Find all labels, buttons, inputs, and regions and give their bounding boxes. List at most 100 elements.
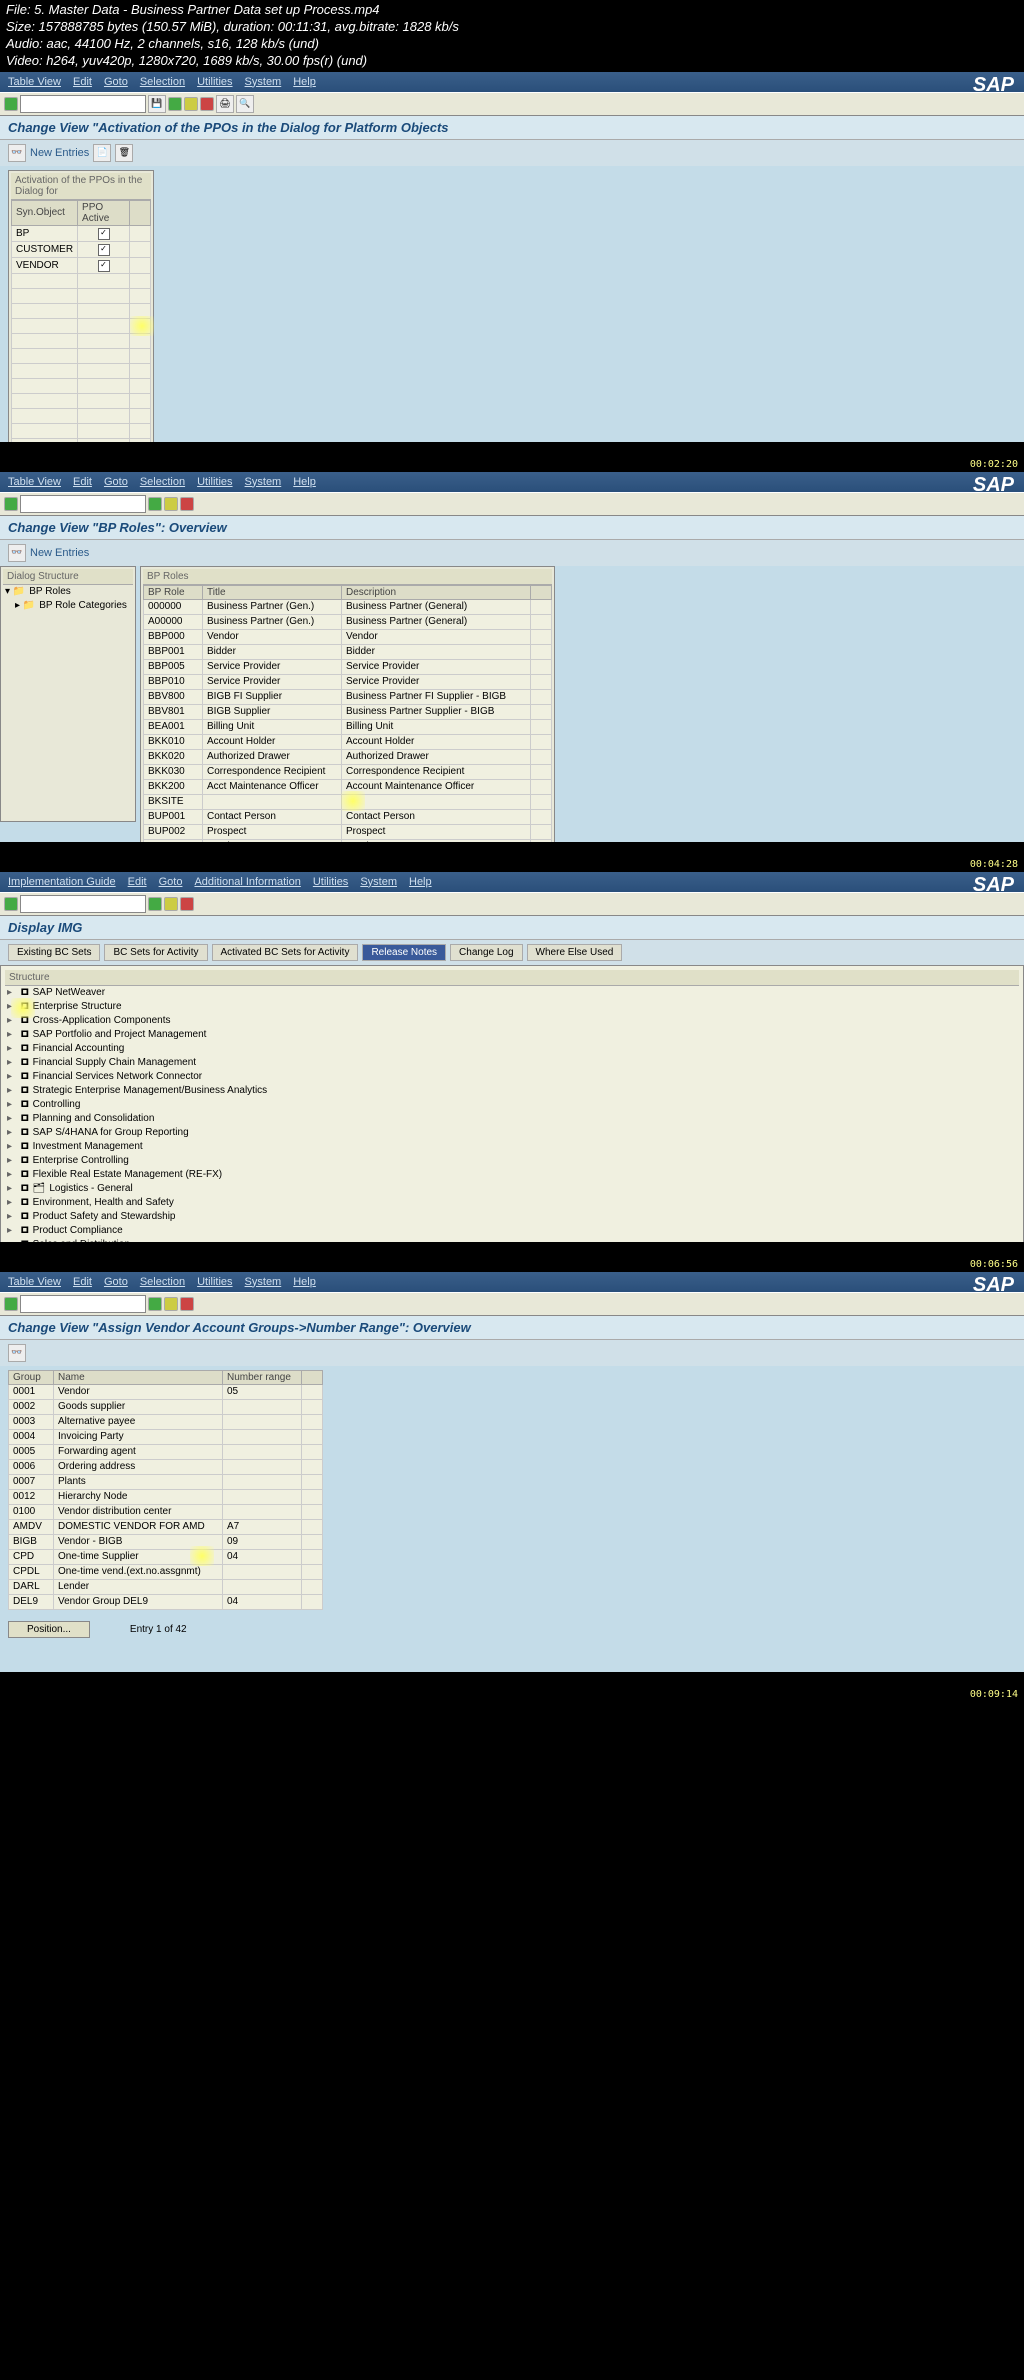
tree-node[interactable]: ▸🞓 Product Compliance — [5, 1224, 1019, 1238]
cancel-icon[interactable] — [180, 497, 194, 511]
table-row[interactable]: BEA001Billing UnitBilling Unit — [144, 719, 552, 734]
new-entries-button[interactable]: New Entries — [30, 147, 89, 159]
tree-node[interactable]: ▸🞓 Planning and Consolidation — [5, 1112, 1019, 1126]
tree-node[interactable]: ▸🞓 🗂 Logistics - General — [5, 1182, 1019, 1196]
table-row[interactable]: BKK010Account HolderAccount Holder — [144, 734, 552, 749]
table-row[interactable]: 000000Business Partner (Gen.)Business Pa… — [144, 599, 552, 614]
cancel-icon[interactable] — [180, 897, 194, 911]
enter-icon[interactable] — [4, 497, 18, 511]
tree-node[interactable]: ▸🞓 Investment Management — [5, 1140, 1019, 1154]
exit-icon[interactable] — [184, 97, 198, 111]
back-icon[interactable] — [148, 497, 162, 511]
table-row[interactable]: DEL9Vendor Group DEL904 — [9, 1594, 323, 1609]
tree-node[interactable]: ▾ 📁 BP Roles — [3, 585, 133, 599]
table-row[interactable]: CPDLOne-time vend.(ext.no.assgnmt) — [9, 1564, 323, 1579]
command-field[interactable] — [20, 95, 146, 113]
cancel-icon[interactable] — [200, 97, 214, 111]
tree-node[interactable]: ▸🞓 Enterprise Structure — [5, 1000, 1019, 1014]
tree-node[interactable]: ▸🞓 Financial Services Network Connector — [5, 1070, 1019, 1084]
tree-node[interactable]: ▸🞓 Cross-Application Components — [5, 1014, 1019, 1028]
copy-icon[interactable]: 📄 — [93, 144, 111, 162]
table-row[interactable]: DARLLender — [9, 1579, 323, 1594]
command-field[interactable] — [20, 895, 146, 913]
activated-bc-sets-tab[interactable]: Activated BC Sets for Activity — [212, 944, 359, 961]
tree-node[interactable]: ▸ 📁 BP Role Categories — [3, 599, 133, 613]
back-icon[interactable] — [168, 97, 182, 111]
tree-node[interactable]: ▸🞓 Product Safety and Stewardship — [5, 1210, 1019, 1224]
checkbox[interactable]: ✓ — [98, 228, 110, 240]
exit-icon[interactable] — [164, 897, 178, 911]
table-row[interactable]: 0001Vendor05 — [9, 1384, 323, 1399]
vendor-groups-table[interactable]: GroupNameNumber range0001Vendor050002Goo… — [8, 1370, 323, 1610]
tree-node[interactable]: ▸🞓 SAP Portfolio and Project Management — [5, 1028, 1019, 1042]
checkbox[interactable]: ✓ — [98, 244, 110, 256]
table-row[interactable]: BIGBVendor - BIGB09 — [9, 1534, 323, 1549]
table-row[interactable]: A00000Business Partner (Gen.)Business Pa… — [144, 614, 552, 629]
display-change-icon[interactable]: 👓 — [8, 144, 26, 162]
system-toolbar[interactable] — [0, 492, 1024, 516]
system-toolbar[interactable] — [0, 1292, 1024, 1316]
enter-icon[interactable] — [4, 1297, 18, 1311]
position-button[interactable]: Position... — [8, 1621, 90, 1638]
where-else-used-tab[interactable]: Where Else Used — [527, 944, 623, 961]
app-toolbar[interactable]: 👓 — [0, 1340, 1024, 1366]
app-toolbar[interactable]: 👓 New Entries — [0, 540, 1024, 566]
back-icon[interactable] — [148, 897, 162, 911]
table-row[interactable]: 0100Vendor distribution center — [9, 1504, 323, 1519]
enter-icon[interactable] — [4, 897, 18, 911]
tree-node[interactable]: ▸🞓 Environment, Health and Safety — [5, 1196, 1019, 1210]
tree-node[interactable]: ▸🞓 Enterprise Controlling — [5, 1154, 1019, 1168]
table-row[interactable]: BUP002ProspectProspect — [144, 824, 552, 839]
table-row[interactable]: BBP005Service ProviderService Provider — [144, 659, 552, 674]
table-row[interactable]: BBP000VendorVendor — [144, 629, 552, 644]
existing-bc-sets-tab[interactable]: Existing BC Sets — [8, 944, 100, 961]
table-row[interactable]: CPDOne-time Supplier04 — [9, 1549, 323, 1564]
menu-bar[interactable]: Table ViewEditGotoSelectionUtilitiesSyst… — [0, 1272, 1024, 1292]
save-icon[interactable]: 💾 — [148, 95, 166, 113]
system-toolbar[interactable] — [0, 892, 1024, 916]
command-field[interactable] — [20, 495, 146, 513]
display-change-icon[interactable]: 👓 — [8, 1344, 26, 1362]
table-row[interactable]: BUP001Contact PersonContact Person — [144, 809, 552, 824]
tree-node[interactable]: ▸🞓 Flexible Real Estate Management (RE-F… — [5, 1168, 1019, 1182]
find-icon[interactable]: 🔍 — [236, 95, 254, 113]
tree-node[interactable]: ▸🞓 SAP S/4HANA for Group Reporting — [5, 1126, 1019, 1140]
table-row[interactable]: 0006Ordering address — [9, 1459, 323, 1474]
tree-node[interactable]: ▸🞓 Strategic Enterprise Management/Busin… — [5, 1084, 1019, 1098]
tree-node[interactable]: ▸🞓 Financial Supply Chain Management — [5, 1056, 1019, 1070]
table-row[interactable]: BBV800BIGB FI SupplierBusiness Partner F… — [144, 689, 552, 704]
release-notes-tab[interactable]: Release Notes — [362, 944, 446, 961]
table-row[interactable]: 0012Hierarchy Node — [9, 1489, 323, 1504]
command-field[interactable] — [20, 1295, 146, 1313]
table-row[interactable]: BBP001BidderBidder — [144, 644, 552, 659]
table-row[interactable]: BBV801BIGB SupplierBusiness Partner Supp… — [144, 704, 552, 719]
delete-icon[interactable]: 🗑 — [115, 144, 133, 162]
table-row[interactable]: BBP010Service ProviderService Provider — [144, 674, 552, 689]
display-change-icon[interactable]: 👓 — [8, 544, 26, 562]
print-icon[interactable]: 🖨 — [216, 95, 234, 113]
table-row[interactable]: AMDVDOMESTIC VENDOR FOR AMDA7 — [9, 1519, 323, 1534]
table-row[interactable]: 0003Alternative payee — [9, 1414, 323, 1429]
app-toolbar[interactable]: 👓 New Entries 📄 🗑 — [0, 140, 1024, 166]
table-row[interactable]: BKK020Authorized DrawerAuthorized Drawer — [144, 749, 552, 764]
table-row[interactable]: 0004Invoicing Party — [9, 1429, 323, 1444]
table-row[interactable]: 0002Goods supplier — [9, 1399, 323, 1414]
tree-node[interactable]: ▸🞓 SAP NetWeaver — [5, 986, 1019, 1000]
bc-sets-activity-tab[interactable]: BC Sets for Activity — [104, 944, 207, 961]
table-row[interactable]: 0005Forwarding agent — [9, 1444, 323, 1459]
tree-node[interactable]: ▸🞓 Financial Accounting — [5, 1042, 1019, 1056]
menu-bar[interactable]: Table ViewEditGotoSelectionUtilitiesSyst… — [0, 472, 1024, 492]
menu-bar[interactable]: Implementation GuideEditGotoAdditional I… — [0, 872, 1024, 892]
new-entries-button[interactable]: New Entries — [30, 547, 89, 559]
enter-icon[interactable] — [4, 97, 18, 111]
exit-icon[interactable] — [164, 497, 178, 511]
cancel-icon[interactable] — [180, 1297, 194, 1311]
table-row[interactable]: BKK030Correspondence RecipientCorrespond… — [144, 764, 552, 779]
checkbox[interactable]: ✓ — [98, 260, 110, 272]
back-icon[interactable] — [148, 1297, 162, 1311]
system-toolbar[interactable]: 💾 🖨 🔍 — [0, 92, 1024, 116]
table-row[interactable]: 0007Plants — [9, 1474, 323, 1489]
app-toolbar[interactable]: Existing BC Sets BC Sets for Activity Ac… — [0, 940, 1024, 965]
tree-node[interactable]: ▸🞓 Controlling — [5, 1098, 1019, 1112]
menu-bar[interactable]: Table ViewEditGotoSelectionUtilitiesSyst… — [0, 72, 1024, 92]
